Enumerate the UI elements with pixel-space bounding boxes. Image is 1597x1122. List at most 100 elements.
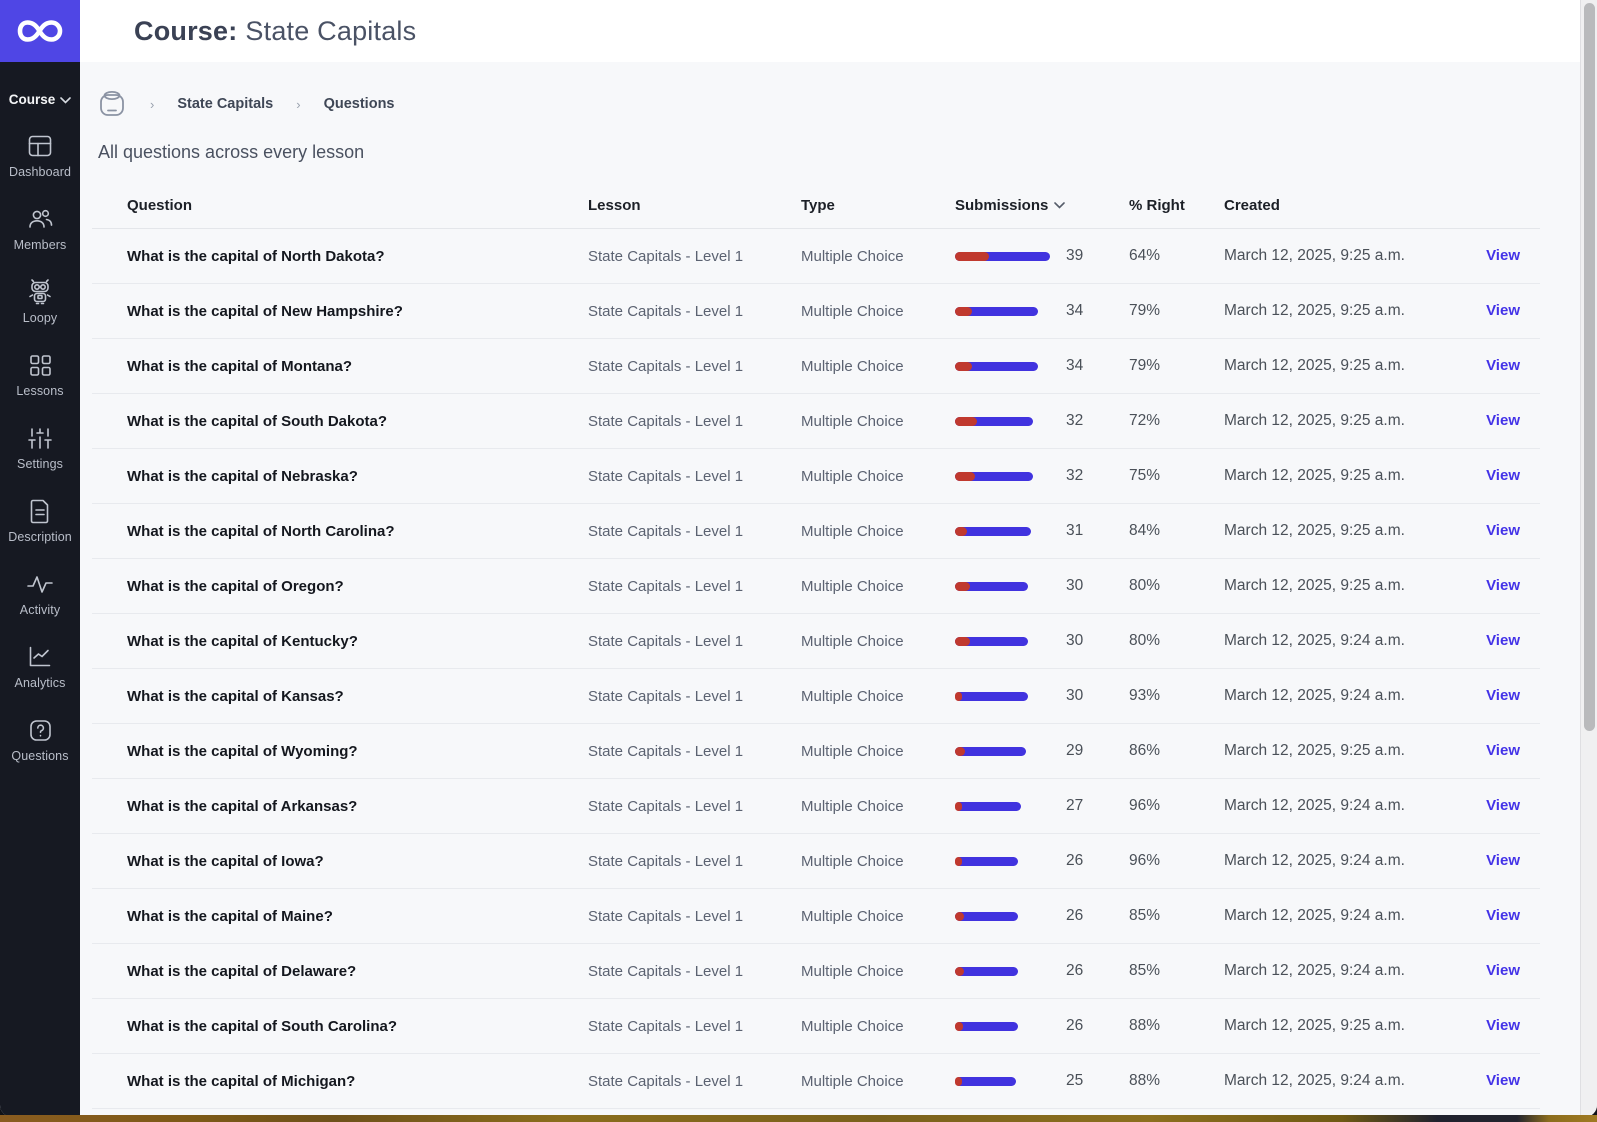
- column-header-question[interactable]: Question: [92, 197, 588, 214]
- view-link[interactable]: View: [1486, 852, 1520, 869]
- type-cell: Multiple Choice: [801, 962, 904, 980]
- lesson-cell: State Capitals - Level 1: [588, 687, 744, 705]
- table-row: What is the capital of Michigan? State C…: [92, 1054, 1540, 1109]
- submissions-count: 30: [1066, 577, 1084, 594]
- right-pct-cell: 79%: [1129, 357, 1161, 374]
- submissions-bar: [955, 306, 1055, 316]
- breadcrumb-course[interactable]: State Capitals: [177, 96, 273, 112]
- view-link[interactable]: View: [1486, 907, 1520, 924]
- table-row: What is the capital of Kentucky? State C…: [92, 614, 1540, 669]
- sidebar: Course Dashboard Members Loopy Lessons S…: [0, 0, 80, 1117]
- sidebar-item-questions[interactable]: Questions: [0, 717, 80, 763]
- column-header-submissions[interactable]: Submissions: [955, 197, 1129, 214]
- table-row: What is the capital of Wyoming? State Ca…: [92, 724, 1540, 779]
- sidebar-item-label: Loopy: [22, 311, 58, 325]
- course-pot-icon[interactable]: [97, 88, 127, 120]
- type-cell: Multiple Choice: [801, 412, 904, 430]
- view-link[interactable]: View: [1486, 797, 1520, 814]
- right-pct-cell: 85%: [1129, 907, 1161, 924]
- submissions-bar: [955, 1021, 1055, 1031]
- right-pct-cell: 88%: [1129, 1072, 1161, 1089]
- right-pct-cell: 88%: [1129, 1017, 1161, 1034]
- view-link[interactable]: View: [1486, 742, 1520, 759]
- question-cell: What is the capital of North Carolina?: [127, 522, 395, 540]
- sidebar-item-members[interactable]: Members: [0, 206, 80, 252]
- submissions-bar: [955, 636, 1055, 646]
- right-pct-cell: 75%: [1129, 467, 1161, 484]
- sidebar-item-label: Dashboard: [8, 165, 72, 179]
- view-link[interactable]: View: [1486, 962, 1520, 979]
- right-pct-cell: 80%: [1129, 632, 1161, 649]
- table-row: What is the capital of Nebraska? State C…: [92, 449, 1540, 504]
- view-link[interactable]: View: [1486, 687, 1520, 704]
- view-link[interactable]: View: [1486, 357, 1520, 374]
- right-bar-segment: [955, 801, 1021, 811]
- table-row: What is the capital of North Carolina? S…: [92, 504, 1540, 559]
- view-link[interactable]: View: [1486, 302, 1520, 319]
- type-cell: Multiple Choice: [801, 1072, 904, 1090]
- submissions-cell: 32: [955, 467, 1129, 485]
- question-cell: What is the capital of Michigan?: [127, 1072, 356, 1090]
- submissions-bar: [955, 471, 1055, 481]
- view-link[interactable]: View: [1486, 247, 1520, 264]
- created-cell: March 12, 2025, 9:25 a.m.: [1224, 1017, 1405, 1034]
- view-link[interactable]: View: [1486, 1072, 1520, 1089]
- content-area: › State Capitals › Questions All questio…: [80, 62, 1580, 1109]
- wrong-bar-segment: [955, 746, 965, 756]
- sidebar-item-activity[interactable]: Activity: [0, 571, 80, 617]
- scrollbar-thumb[interactable]: [1584, 3, 1595, 731]
- wrong-bar-segment: [955, 306, 972, 316]
- created-cell: March 12, 2025, 9:24 a.m.: [1224, 907, 1405, 924]
- question-cell: What is the capital of Nebraska?: [127, 467, 358, 485]
- submissions-cell: 26: [955, 962, 1129, 980]
- sidebar-item-dashboard[interactable]: Dashboard: [0, 133, 80, 179]
- submissions-count: 34: [1066, 302, 1084, 319]
- view-link[interactable]: View: [1486, 467, 1520, 484]
- sidebar-item-lessons[interactable]: Lessons: [0, 352, 80, 398]
- sidebar-item-label: Lessons: [16, 384, 64, 398]
- lesson-cell: State Capitals - Level 1: [588, 577, 744, 595]
- wrong-bar-segment: [955, 911, 964, 921]
- column-header-type[interactable]: Type: [801, 197, 955, 214]
- sidebar-item-analytics[interactable]: Analytics: [0, 644, 80, 690]
- course-switcher[interactable]: Course: [0, 92, 80, 107]
- sidebar-item-settings[interactable]: Settings: [0, 425, 80, 471]
- lesson-cell: State Capitals - Level 1: [588, 1072, 744, 1090]
- view-link[interactable]: View: [1486, 522, 1520, 539]
- view-link[interactable]: View: [1486, 632, 1520, 649]
- submissions-count: 26: [1066, 907, 1084, 924]
- wrong-bar-segment: [955, 361, 972, 371]
- breadcrumb-questions[interactable]: Questions: [324, 96, 395, 112]
- view-link[interactable]: View: [1486, 412, 1520, 429]
- submissions-bar: [955, 966, 1055, 976]
- question-cell: What is the capital of North Dakota?: [127, 247, 385, 265]
- right-pct-cell: 64%: [1129, 247, 1161, 264]
- lesson-cell: State Capitals - Level 1: [588, 852, 744, 870]
- table-row: What is the capital of Delaware? State C…: [92, 944, 1540, 999]
- created-cell: March 12, 2025, 9:25 a.m.: [1224, 247, 1405, 264]
- lesson-cell: State Capitals - Level 1: [588, 962, 744, 980]
- app-logo[interactable]: [0, 0, 80, 62]
- type-cell: Multiple Choice: [801, 357, 904, 375]
- sidebar-item-description[interactable]: Description: [0, 498, 80, 544]
- view-link[interactable]: View: [1486, 577, 1520, 594]
- column-header-right-pct[interactable]: % Right: [1129, 197, 1224, 214]
- table-header-row: Question Lesson Type Submissions % Right…: [92, 183, 1540, 229]
- type-cell: Multiple Choice: [801, 467, 904, 485]
- question-cell: What is the capital of Iowa?: [127, 852, 324, 870]
- question-cell: What is the capital of Delaware?: [127, 962, 357, 980]
- wrong-bar-segment: [955, 471, 975, 481]
- column-header-lesson[interactable]: Lesson: [588, 197, 801, 214]
- column-header-created[interactable]: Created: [1224, 197, 1479, 214]
- created-cell: March 12, 2025, 9:24 a.m.: [1224, 687, 1405, 704]
- main-area: Course: State Capitals › State Capitals ›…: [80, 0, 1580, 1117]
- sidebar-item-loopy[interactable]: Loopy: [0, 279, 80, 325]
- created-cell: March 12, 2025, 9:24 a.m.: [1224, 797, 1405, 814]
- infinity-icon: [17, 18, 63, 44]
- view-link[interactable]: View: [1486, 1017, 1520, 1034]
- sidebar-item-label: Questions: [11, 749, 69, 763]
- type-cell: Multiple Choice: [801, 852, 904, 870]
- wrong-bar-segment: [955, 1076, 962, 1086]
- lesson-cell: State Capitals - Level 1: [588, 742, 744, 760]
- vertical-scrollbar[interactable]: [1580, 0, 1597, 1117]
